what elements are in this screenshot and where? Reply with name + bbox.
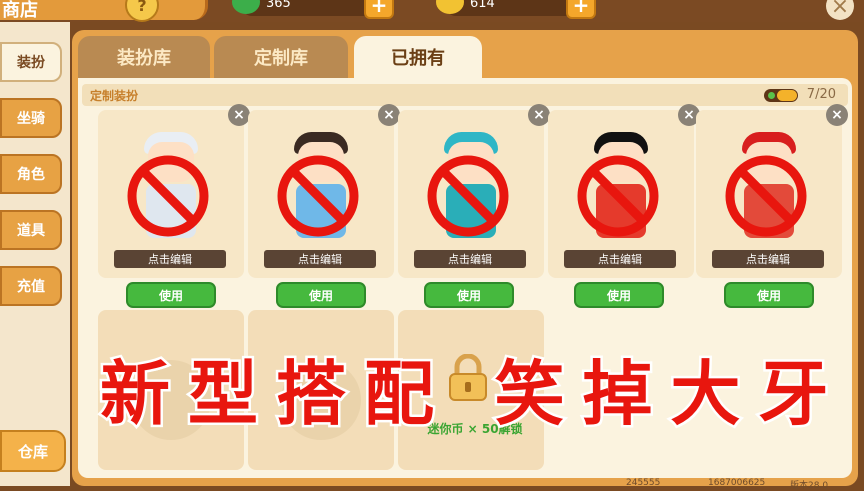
sidebar-item-mount[interactable]: 坐骑 <box>0 98 62 138</box>
sidebar-item-recharge[interactable]: 充值 <box>0 266 62 306</box>
use-button[interactable]: 使用 <box>126 282 216 308</box>
outfit-card[interactable]: × 点击编辑 <box>98 104 250 278</box>
sidebar-item-props[interactable]: 道具 <box>0 210 62 250</box>
prohibited-icon <box>725 155 807 237</box>
tab-outfit-library[interactable]: 装扮库 <box>78 36 210 78</box>
edit-label[interactable]: 点击编辑 <box>414 250 526 268</box>
gold-coin-icon <box>436 0 464 14</box>
footer-id: 245555 <box>626 478 661 488</box>
sidebar-item-character[interactable]: 角色 <box>0 154 62 194</box>
use-button[interactable]: 使用 <box>276 282 366 308</box>
gold-coin-value: 614 <box>470 0 495 11</box>
prohibited-icon <box>427 155 509 237</box>
prohibited-icon <box>127 155 209 237</box>
outfit-card[interactable]: × 点击编辑 <box>696 104 848 278</box>
close-icon[interactable]: × <box>826 0 854 20</box>
edit-label[interactable]: 点击编辑 <box>264 250 376 268</box>
green-gem-counter: 365 + <box>232 0 394 19</box>
delete-icon[interactable]: × <box>378 104 400 126</box>
delete-icon[interactable]: × <box>228 104 250 126</box>
outfit-card[interactable]: × 点击编辑 <box>398 104 550 278</box>
sidebar: 装扮 坐骑 角色 道具 充值 仓库 <box>0 22 70 486</box>
help-icon[interactable]: ? <box>125 0 159 22</box>
tab-owned[interactable]: 已拥有 <box>354 36 482 78</box>
use-button[interactable]: 使用 <box>574 282 664 308</box>
outfit-card[interactable]: × 点击编辑 <box>548 104 700 278</box>
add-gem-button[interactable]: + <box>364 0 394 19</box>
section-header: 定制装扮 7/20 <box>82 84 848 106</box>
tab-custom-library[interactable]: 定制库 <box>214 36 348 78</box>
shop-title-tab: 商店 ? <box>0 0 208 22</box>
outfit-card[interactable]: × 点击编辑 <box>248 104 400 278</box>
warehouse-label: 仓库 <box>17 442 48 461</box>
edit-label[interactable]: 点击编辑 <box>564 250 676 268</box>
delete-icon[interactable]: × <box>528 104 550 126</box>
display-toggle[interactable] <box>764 89 798 102</box>
gold-coin-counter: 614 + <box>436 0 596 19</box>
section-title: 定制装扮 <box>90 89 139 103</box>
footer-version: 版本28.0 <box>790 481 829 491</box>
add-coin-button[interactable]: + <box>566 0 596 19</box>
overlay-caption: 新型搭配 笑掉大牙 <box>98 351 847 438</box>
sidebar-item-outfit[interactable]: 装扮 <box>0 42 62 82</box>
use-button[interactable]: 使用 <box>724 282 814 308</box>
edit-label[interactable]: 点击编辑 <box>712 250 824 268</box>
warehouse-button[interactable]: 仓库 <box>0 430 66 472</box>
top-bar: 商店 ? 365 + 614 + × <box>0 0 864 22</box>
toggle-knob <box>777 90 797 101</box>
green-gem-value: 365 <box>266 0 291 11</box>
toggle-dot <box>768 92 775 99</box>
shop-title: 商店 <box>2 0 38 21</box>
prohibited-icon <box>277 155 359 237</box>
prohibited-icon <box>577 155 659 237</box>
use-button[interactable]: 使用 <box>424 282 514 308</box>
footer-timestamp: 1687006625 <box>708 478 766 488</box>
slot-count: 7/20 <box>806 87 836 102</box>
delete-icon[interactable]: × <box>826 104 848 126</box>
edit-label[interactable]: 点击编辑 <box>114 250 226 268</box>
green-gem-icon <box>232 0 260 14</box>
